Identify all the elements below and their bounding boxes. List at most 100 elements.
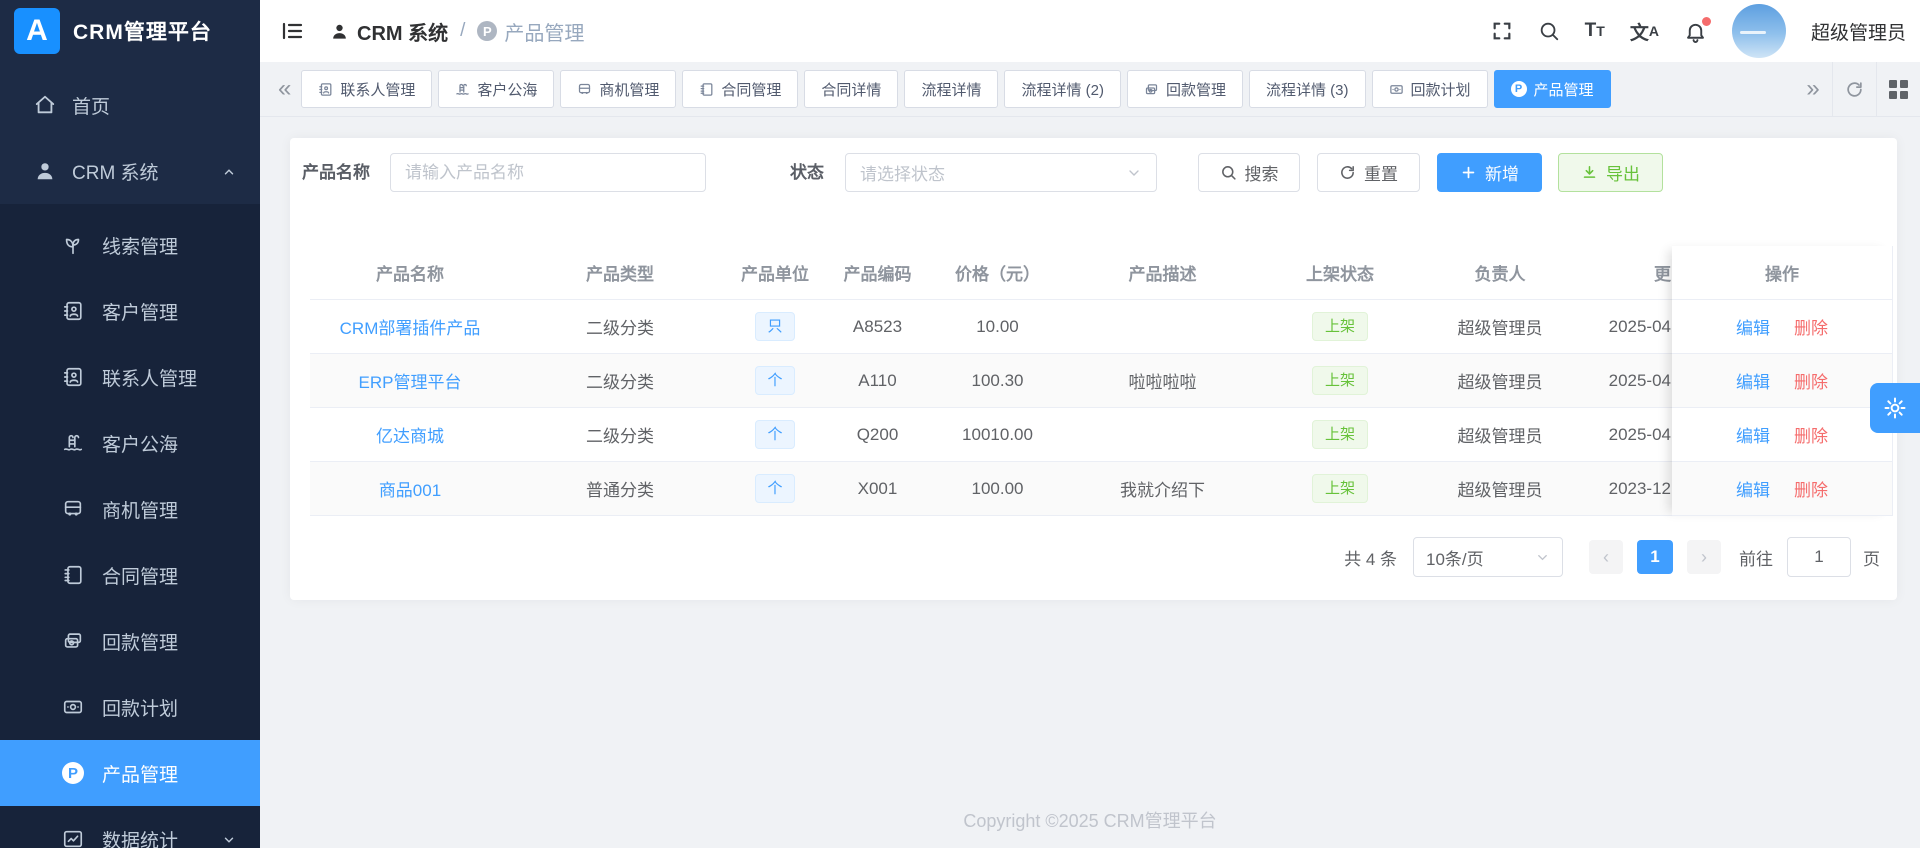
tab-contracts[interactable]: 合同管理 — [682, 70, 798, 108]
fullscreen-icon[interactable] — [1491, 20, 1513, 42]
product-name-link[interactable]: 商品001 — [379, 481, 441, 500]
tab-contacts[interactable]: 联系人管理 — [301, 70, 432, 108]
product-name-link[interactable]: 亿达商城 — [376, 427, 444, 446]
language-icon[interactable]: 文A — [1630, 18, 1659, 45]
status-badge: 上架 — [1312, 474, 1368, 503]
address-book-icon — [318, 82, 333, 97]
current-page[interactable]: 1 — [1637, 540, 1673, 574]
total-count: 共 4 条 — [1344, 545, 1397, 570]
col-product-type: 产品类型 — [510, 260, 730, 285]
app-title: CRM管理平台 — [73, 16, 212, 46]
tab-label: 回款管理 — [1166, 79, 1226, 100]
page-size-value: 10条/页 — [1426, 545, 1535, 570]
product-desc: 我就介绍下 — [1060, 476, 1265, 501]
reset-button[interactable]: 重置 — [1317, 153, 1420, 192]
breadcrumb-section[interactable]: CRM 系统 — [357, 17, 448, 46]
tabs-scroll-right-icon[interactable]: » — [1794, 62, 1832, 116]
goto-page-input[interactable] — [1787, 537, 1851, 577]
status-badge: 上架 — [1312, 420, 1368, 449]
edit-link[interactable]: 编辑 — [1736, 314, 1770, 339]
table-header-row: 产品名称 产品类型 产品单位 产品编码 价格（元） 产品描述 上架状态 负责人 … — [310, 246, 1672, 300]
product-name-link[interactable]: CRM部署插件产品 — [340, 319, 481, 338]
col-product-code: 产品编码 — [820, 260, 935, 285]
notifications-bell-icon[interactable] — [1684, 20, 1707, 43]
bus-icon — [62, 498, 84, 520]
product-name-input[interactable] — [390, 153, 706, 192]
tab-products[interactable]: P 产品管理 — [1494, 70, 1611, 108]
tab-public-sea[interactable]: 客户公海 — [438, 70, 554, 108]
app-logo-icon: A — [14, 8, 60, 54]
tab-process-detail[interactable]: 流程详情 — [904, 70, 998, 108]
notebook-icon — [62, 564, 84, 586]
delete-link[interactable]: 删除 — [1794, 422, 1828, 447]
layout-grid-icon[interactable] — [1876, 62, 1920, 116]
page-size-select[interactable]: 10条/页 — [1413, 537, 1563, 577]
address-book-icon — [62, 366, 84, 388]
chevron-up-icon — [222, 165, 236, 179]
status-select[interactable]: 请选择状态 — [845, 153, 1157, 192]
sidebar-item-products[interactable]: P 产品管理 — [0, 740, 260, 806]
product-type: 二级分类 — [510, 422, 730, 447]
tab-payment-plan[interactable]: 回款计划 — [1372, 70, 1488, 108]
money-icon — [62, 630, 84, 652]
refresh-icon[interactable] — [1832, 62, 1876, 116]
search-icon[interactable] — [1538, 20, 1560, 42]
sidebar-item-home[interactable]: 首页 — [0, 72, 260, 138]
delete-link[interactable]: 删除 — [1794, 314, 1828, 339]
tab-process-detail-3[interactable]: 流程详情 (3) — [1249, 70, 1366, 108]
edit-link[interactable]: 编辑 — [1736, 368, 1770, 393]
user-name[interactable]: 超级管理员 — [1811, 18, 1906, 45]
sidebar-item-statistics[interactable]: 数据统计 — [0, 806, 260, 848]
notebook-icon — [699, 82, 714, 97]
p-circle-icon: P — [477, 21, 497, 41]
product-price: 10.00 — [935, 317, 1060, 337]
status-select-placeholder: 请选择状态 — [860, 160, 1126, 185]
tab-payments[interactable]: 回款管理 — [1127, 70, 1243, 108]
export-button[interactable]: 导出 — [1558, 153, 1663, 192]
tab-contract-detail[interactable]: 合同详情 — [804, 70, 898, 108]
edit-link[interactable]: 编辑 — [1736, 422, 1770, 447]
add-button[interactable]: 新增 — [1437, 153, 1542, 192]
edit-link[interactable]: 编辑 — [1736, 476, 1770, 501]
sidebar-item-public-sea[interactable]: 客户公海 — [0, 410, 260, 476]
sidebar-item-leads[interactable]: 线索管理 — [0, 212, 260, 278]
breadcrumb-page: 产品管理 — [504, 17, 584, 46]
tab-opportunities[interactable]: 商机管理 — [560, 70, 676, 108]
export-button-label: 导出 — [1606, 160, 1640, 185]
sidebar-item-opportunities[interactable]: 商机管理 — [0, 476, 260, 542]
product-name-link[interactable]: ERP管理平台 — [359, 373, 462, 392]
col-owner: 负责人 — [1415, 260, 1585, 285]
product-price: 10010.00 — [935, 425, 1060, 445]
sidebar-item-label: 客户管理 — [102, 298, 178, 325]
delete-link[interactable]: 删除 — [1794, 368, 1828, 393]
prev-page-button[interactable]: ‹ — [1589, 540, 1623, 574]
tab-process-detail-2[interactable]: 流程详情 (2) — [1004, 70, 1121, 108]
delete-link[interactable]: 删除 — [1794, 476, 1828, 501]
tabs-scroll-left-icon[interactable]: « — [272, 77, 297, 101]
money-icon — [1144, 82, 1159, 97]
product-owner: 超级管理员 — [1415, 476, 1585, 501]
avatar[interactable] — [1732, 4, 1786, 58]
settings-gear-button[interactable] — [1870, 383, 1920, 433]
font-size-icon[interactable]: TT — [1585, 20, 1605, 42]
sidebar-item-label: 回款管理 — [102, 628, 178, 655]
sidebar-item-customers[interactable]: 客户管理 — [0, 278, 260, 344]
app-logo: A CRM管理平台 — [0, 0, 260, 62]
product-updated: 2025-04 — [1585, 371, 1672, 391]
sidebar-item-contacts[interactable]: 联系人管理 — [0, 344, 260, 410]
home-icon — [34, 94, 56, 116]
sidebar-item-contracts[interactable]: 合同管理 — [0, 542, 260, 608]
sidebar-item-crm-system[interactable]: CRM 系统 — [0, 138, 260, 204]
leaf-icon — [62, 234, 84, 256]
product-updated: 2025-04 — [1585, 425, 1672, 445]
product-owner: 超级管理员 — [1415, 368, 1585, 393]
search-button[interactable]: 搜索 — [1198, 153, 1300, 192]
next-page-button[interactable]: › — [1687, 540, 1721, 574]
collapse-sidebar-icon[interactable] — [280, 19, 304, 43]
sidebar-item-payment-plan[interactable]: 回款计划 — [0, 674, 260, 740]
user-icon — [330, 22, 349, 41]
top-header: CRM 系统 / P 产品管理 TT 文A 超级管理员 — [260, 0, 1920, 62]
tab-label: 流程详情 (2) — [1021, 79, 1104, 100]
sidebar-item-payments[interactable]: 回款管理 — [0, 608, 260, 674]
add-button-label: 新增 — [1485, 160, 1519, 185]
